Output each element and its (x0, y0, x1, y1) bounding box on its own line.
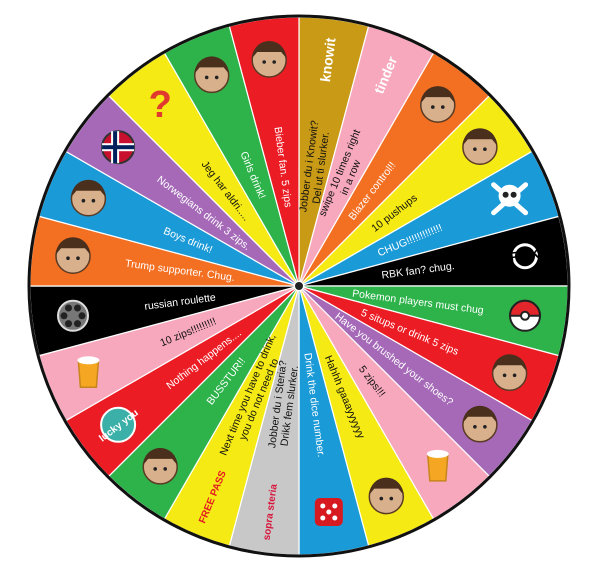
pokeball-icon (508, 299, 542, 332)
face-photo-icon (368, 477, 405, 515)
bearded-man-icon (70, 179, 107, 217)
beer-glass-icon (426, 449, 449, 482)
norway-flag-icon (101, 130, 136, 165)
svg-text:?: ? (149, 84, 172, 126)
bus-icon (142, 447, 178, 485)
drinking-game-wheel[interactable]: ? knowitJobber du i Knowit?Del ut ti slu… (0, 0, 597, 572)
dice-icon (314, 498, 343, 526)
face-photo-icon (55, 237, 91, 274)
question-mark-icon: ? (149, 84, 172, 126)
wheel-center-pin[interactable] (295, 282, 303, 290)
woman-figure-icon (193, 56, 230, 94)
beer-glass-icon (77, 356, 100, 389)
situp-man-icon (491, 354, 528, 392)
blazer-man-icon (420, 86, 456, 123)
shoes-icon (462, 405, 498, 443)
face-photo-icon (251, 41, 287, 78)
pushup-man-icon (462, 128, 498, 165)
revolver-cylinder-icon (57, 299, 89, 332)
